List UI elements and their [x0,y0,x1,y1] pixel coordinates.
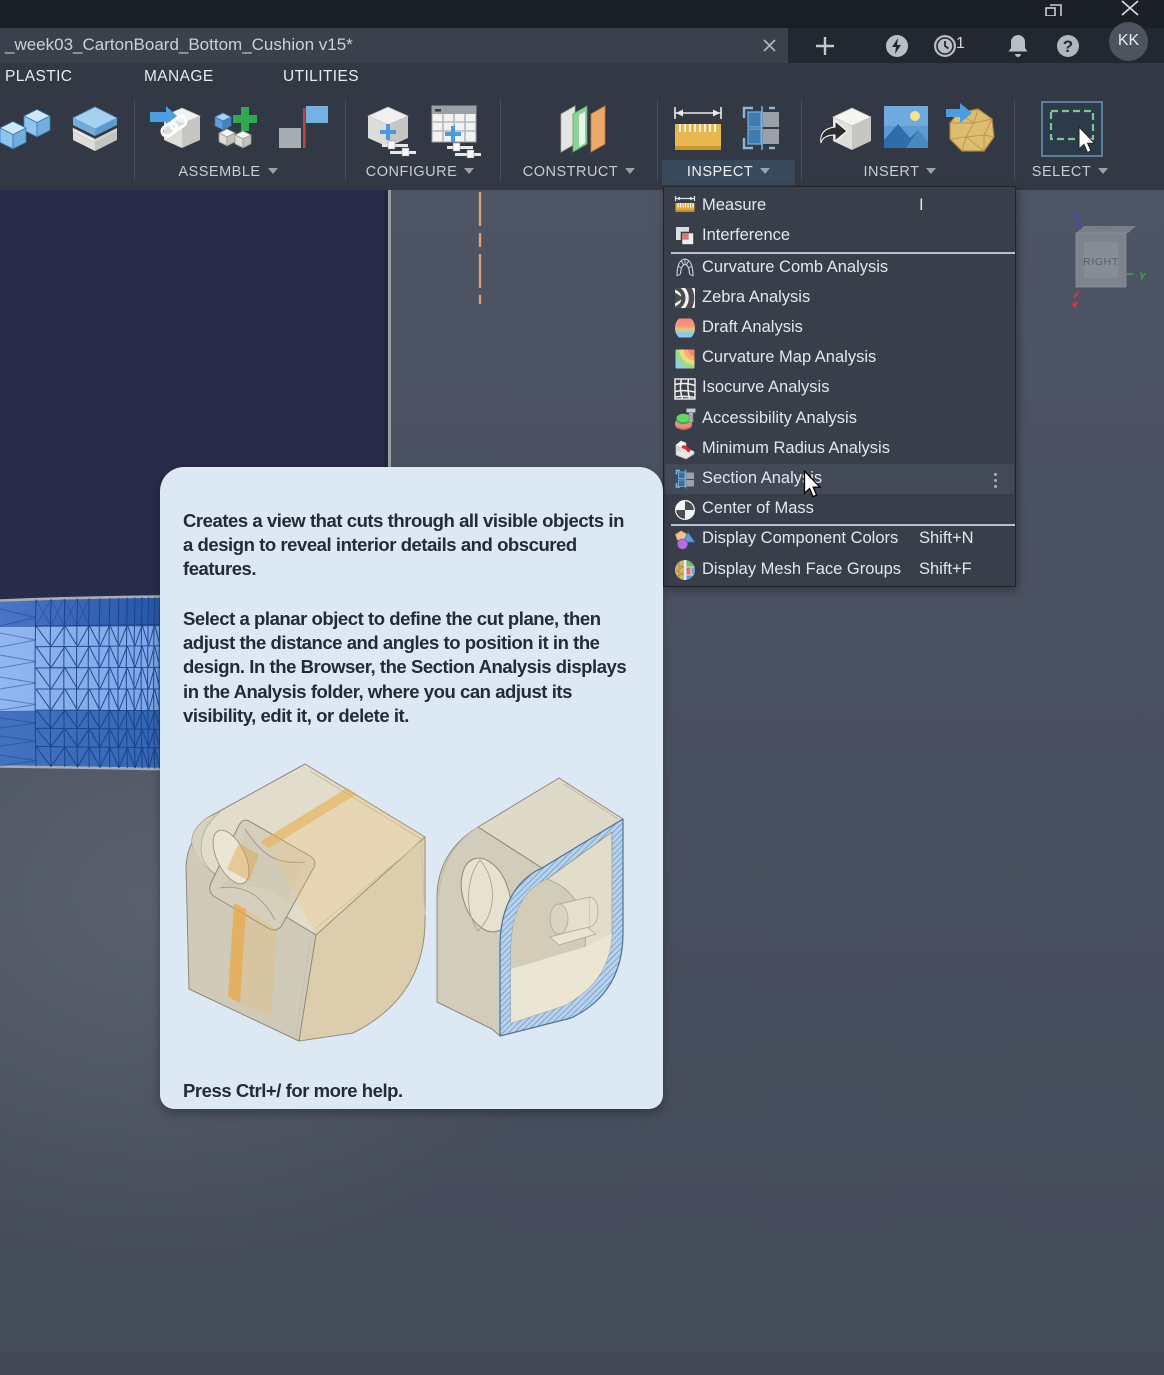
svg-text:Z: Z [1073,211,1082,223]
svg-text:?: ? [1063,37,1073,56]
svg-text:Y: Y [1138,271,1147,283]
svg-text:RIGHT: RIGHT [1083,256,1119,268]
